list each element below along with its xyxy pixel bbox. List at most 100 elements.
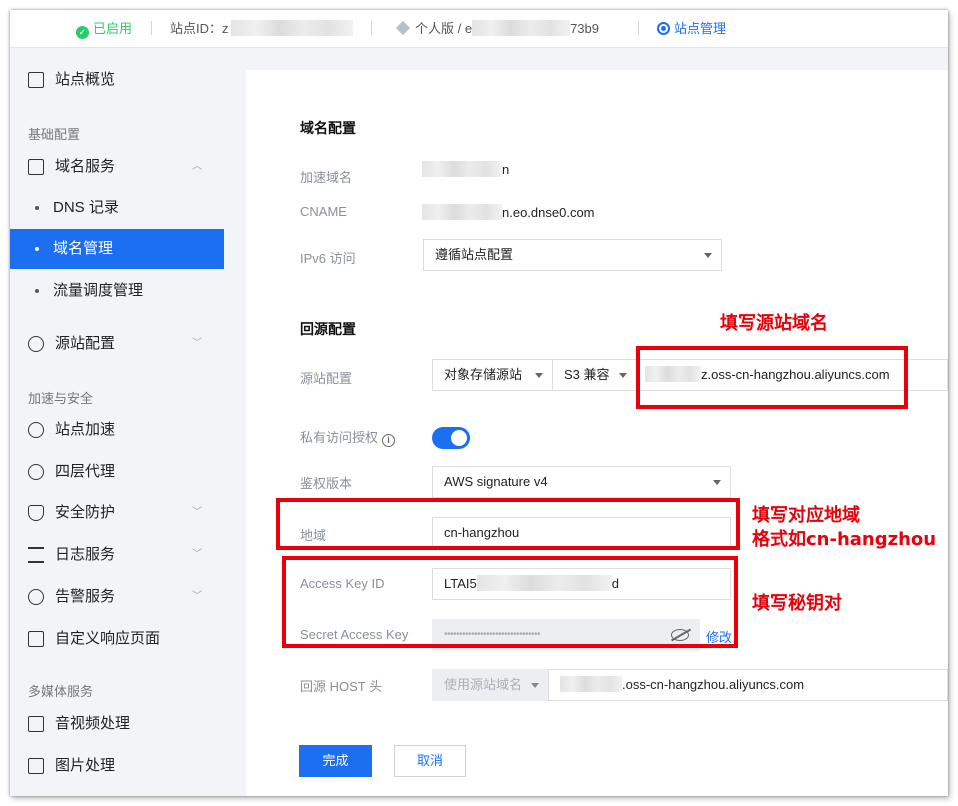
sidebar-item-l4-proxy[interactable]: 四层代理	[10, 452, 224, 492]
sidebar-item-domain-service[interactable]: 域名服务 ︿	[10, 147, 224, 187]
host-header-mode-select[interactable]: 使用源站域名	[432, 669, 549, 701]
site-manage-icon	[657, 22, 670, 35]
divider	[371, 21, 372, 35]
annotation-region-text-1: 填写对应地域	[752, 505, 860, 526]
accel-domain-text: n	[502, 162, 510, 177]
site-manage-label: 站点管理	[674, 21, 727, 36]
sidebar-item-label: 域名服务	[55, 158, 116, 175]
sidebar-item-label: 自定义响应页面	[55, 630, 161, 647]
caret-down-icon	[713, 480, 721, 485]
plan-prefix: 个人版 / e	[415, 21, 473, 36]
plan-suffix: 73b9	[570, 21, 599, 36]
toggle-knob	[451, 430, 467, 446]
host-header-label: 回源 HOST 头	[300, 679, 383, 694]
sidebar-item-label: 站点加速	[55, 421, 116, 438]
sidebar-item-av[interactable]: 音视频处理	[10, 704, 224, 744]
check-circle-icon: ✓	[76, 26, 89, 39]
plan-info: 个人版 / e 73b9	[395, 10, 599, 48]
sidebar-item-image[interactable]: 图片处理	[10, 746, 224, 786]
annotation-keys-text: 填写秘钥对	[752, 593, 842, 614]
caret-down-icon	[619, 373, 627, 378]
sidebar-item-origin-config[interactable]: 源站配置 ﹀	[10, 324, 224, 364]
bullet-icon	[35, 206, 39, 210]
sidebar-item-overview[interactable]: 站点概览	[10, 60, 224, 100]
compat-select[interactable]: S3 兼容	[552, 359, 637, 391]
status-text: 已启用	[93, 21, 133, 36]
host-header-mode-value: 使用源站域名	[444, 677, 523, 692]
shield-icon	[28, 505, 44, 521]
private-auth-text: 私有访问授权	[300, 430, 379, 445]
sidebar-item-security[interactable]: 安全防护 ﹀	[10, 493, 224, 533]
status-indicator: ✓ 已启用	[76, 10, 132, 48]
sidebar-item-traffic[interactable]: 流量调度管理	[10, 271, 224, 311]
sidebar-item-domain-manage[interactable]: 域名管理	[10, 229, 224, 269]
info-icon[interactable]: i	[382, 434, 396, 447]
redacted-domain	[422, 161, 502, 177]
domain-config-panel: 域名配置 加速域名 n CNAME n.eo.dnse0.com IPv6 访问…	[246, 70, 948, 796]
accel-domain-value: n	[422, 161, 509, 177]
site-id-label: 站点ID：z	[170, 21, 229, 36]
redacted-cname	[422, 204, 502, 220]
sidebar-item-alerts[interactable]: 告警服务 ﹀	[10, 577, 224, 617]
accel-domain-label: 加速域名	[300, 170, 353, 185]
chevron-down-icon: ﹀	[192, 507, 202, 518]
ipv6-select-value: 遵循站点配置	[435, 247, 514, 262]
origin-label: 源站配置	[300, 371, 353, 386]
sidebar-item-label: 流量调度管理	[53, 282, 144, 299]
cname-label: CNAME	[300, 204, 347, 219]
history-icon	[28, 336, 44, 352]
top-bar: ✓ 已启用 站点ID：z 个人版 / e 73b9 站点管理	[10, 10, 948, 48]
ipv6-select[interactable]: 遵循站点配置	[423, 239, 722, 271]
divider	[638, 21, 639, 35]
sidebar-item-label: 音视频处理	[55, 715, 131, 732]
image-icon	[28, 758, 44, 774]
sidebar-item-label: 图片处理	[55, 757, 116, 774]
auth-version-value: AWS signature v4	[444, 474, 548, 489]
host-header-value: .oss-cn-hangzhou.aliyuncs.com	[622, 677, 805, 692]
redacted-site-id	[230, 20, 353, 36]
sidebar-item-label: 四层代理	[55, 463, 116, 480]
annotation-box-origin	[636, 346, 908, 409]
video-icon	[28, 716, 44, 732]
caret-down-icon	[531, 683, 539, 688]
host-header-input[interactable]: .oss-cn-hangzhou.aliyuncs.com	[548, 669, 948, 701]
sidebar-item-label: 源站配置	[55, 335, 116, 352]
sidebar-item-label: 告警服务	[55, 588, 116, 605]
sidebar-group-accel: 加速与安全	[28, 391, 94, 406]
origin-type-select[interactable]: 对象存储源站	[432, 359, 553, 391]
sidebar-item-logs[interactable]: 日志服务 ﹀	[10, 535, 224, 575]
chevron-down-icon: ﹀	[192, 338, 202, 349]
app-window: ✓ 已启用 站点ID：z 个人版 / e 73b9 站点管理 站点概览 基础配置 域…	[10, 10, 948, 796]
site-id: 站点ID：z	[170, 10, 353, 48]
bullet-icon	[35, 247, 39, 251]
auth-version-label: 鉴权版本	[300, 476, 353, 491]
annotation-box-region	[276, 498, 740, 550]
sidebar-item-dns-records[interactable]: DNS 记录	[10, 188, 224, 228]
annotation-origin-text: 填写源站域名	[720, 313, 828, 334]
sidebar-item-label: 域名管理	[53, 240, 114, 257]
origin-type-value: 对象存储源站	[444, 367, 523, 382]
site-manage-link[interactable]: 站点管理	[657, 10, 726, 48]
sidebar-item-site-accel[interactable]: 站点加速	[10, 410, 224, 450]
cancel-button[interactable]: 取消	[394, 745, 466, 777]
done-button[interactable]: 完成	[299, 745, 372, 777]
plan-diamond-icon	[395, 20, 411, 36]
caret-down-icon	[535, 373, 543, 378]
caret-down-icon	[704, 253, 712, 258]
section-title-domain: 域名配置	[300, 120, 356, 136]
lightning-icon	[28, 464, 44, 480]
ipv6-label: IPv6 访问	[300, 251, 356, 266]
sidebar-group-media: 多媒体服务	[28, 684, 94, 699]
document-icon	[28, 631, 44, 647]
cname-value: n.eo.dnse0.com	[422, 204, 595, 220]
private-auth-toggle[interactable]	[432, 427, 470, 449]
sidebar-group-basic: 基础配置	[28, 127, 81, 142]
annotation-region-text-2: 格式如cn-hangzhou	[752, 529, 937, 550]
chevron-down-icon: ﹀	[192, 591, 202, 602]
auth-version-select[interactable]: AWS signature v4	[432, 466, 731, 498]
section-title-origin: 回源配置	[300, 321, 356, 337]
bullet-icon	[35, 289, 39, 293]
sidebar-item-label: 日志服务	[55, 546, 116, 563]
dashboard-icon	[28, 72, 44, 88]
sidebar-item-custom-page[interactable]: 自定义响应页面	[10, 619, 224, 659]
